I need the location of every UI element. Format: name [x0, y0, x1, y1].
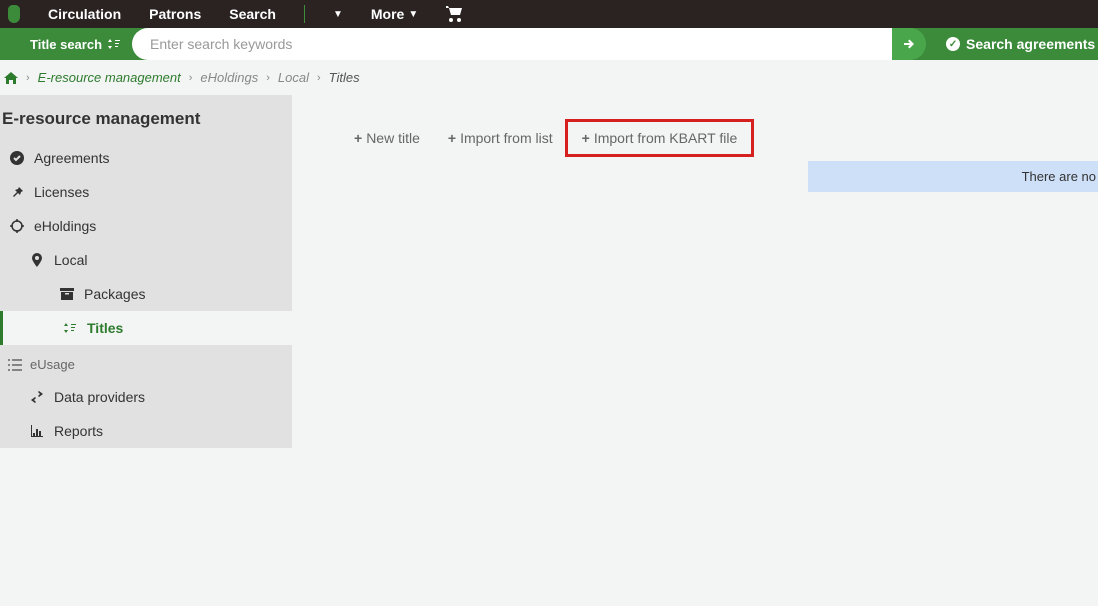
sidebar-item-data-providers[interactable]: Data providers — [0, 380, 292, 414]
sidebar-item-label: Agreements — [34, 150, 109, 166]
caret-down-icon[interactable]: ▼ — [333, 9, 343, 20]
breadcrumb-titles: Titles — [329, 70, 360, 85]
sidebar-item-label: Packages — [84, 286, 145, 302]
archive-icon — [60, 288, 74, 300]
search-bar: Title search ✓ Search agreements — [0, 28, 1098, 60]
check-circle-icon: ✓ — [946, 37, 960, 51]
sidebar-item-label: eHoldings — [34, 218, 96, 234]
transfer-icon — [30, 391, 44, 403]
sidebar-item-titles[interactable]: Titles — [0, 311, 292, 345]
search-agreements-link[interactable]: ✓ Search agreements — [926, 28, 1095, 60]
toolbar: + New title + Import from list + Import … — [292, 119, 1098, 157]
sidebar-section-eusage[interactable]: eUsage — [0, 345, 292, 380]
breadcrumb: › E-resource management › eHoldings › Lo… — [0, 60, 1098, 95]
breadcrumb-eholdings[interactable]: eHoldings — [200, 70, 258, 85]
top-navigation: Circulation Patrons Search ▼ More ▼ — [0, 0, 1098, 28]
breadcrumb-separator: › — [26, 72, 30, 84]
sidebar-title: E-resource management — [0, 109, 292, 141]
pin-icon — [10, 186, 24, 198]
sidebar-item-label: Reports — [54, 423, 103, 439]
plus-icon: + — [354, 130, 362, 146]
sidebar-item-label: Titles — [87, 320, 123, 336]
sidebar-item-agreements[interactable]: Agreements — [0, 141, 292, 175]
sidebar-item-eholdings[interactable]: eHoldings — [0, 209, 292, 243]
sidebar-item-packages[interactable]: Packages — [0, 277, 292, 311]
nav-circulation[interactable]: Circulation — [48, 6, 121, 22]
location-icon — [30, 253, 44, 267]
check-circle-icon — [10, 151, 24, 165]
breadcrumb-separator: › — [189, 72, 193, 84]
search-input-wrap — [132, 28, 892, 60]
sidebar: E-resource management Agreements License… — [0, 95, 292, 448]
chart-icon — [30, 425, 44, 437]
breadcrumb-local[interactable]: Local — [278, 70, 309, 85]
plus-icon: + — [448, 130, 456, 146]
sort-icon[interactable] — [108, 38, 120, 50]
info-message: There are no — [808, 161, 1098, 192]
sidebar-item-label: Local — [54, 252, 87, 268]
cart-icon[interactable] — [446, 6, 464, 22]
breadcrumb-erm[interactable]: E-resource management — [38, 70, 181, 85]
sidebar-item-licenses[interactable]: Licenses — [0, 175, 292, 209]
sidebar-item-local[interactable]: Local — [0, 243, 292, 277]
new-title-button[interactable]: + New title — [340, 119, 434, 157]
button-label: Import from KBART file — [594, 130, 737, 146]
crosshair-icon — [10, 219, 24, 233]
search-agreements-label: Search agreements — [966, 36, 1095, 52]
import-from-kbart-button[interactable]: + Import from KBART file — [565, 119, 755, 157]
main-layout: E-resource management Agreements License… — [0, 95, 1098, 448]
sort-icon — [63, 322, 77, 334]
koha-logo[interactable] — [8, 5, 20, 23]
home-icon[interactable] — [4, 72, 18, 84]
sidebar-item-label: Data providers — [54, 389, 145, 405]
content-area: + New title + Import from list + Import … — [292, 95, 1098, 448]
breadcrumb-separator: › — [317, 72, 321, 84]
sidebar-item-label: Licenses — [34, 184, 89, 200]
nav-more-label: More — [371, 6, 404, 22]
search-input[interactable] — [150, 36, 892, 52]
button-label: New title — [366, 130, 420, 146]
nav-patrons[interactable]: Patrons — [149, 6, 201, 22]
import-from-list-button[interactable]: + Import from list — [434, 119, 567, 157]
list-icon — [8, 359, 22, 371]
search-type-label[interactable]: Title search — [30, 37, 102, 52]
nav-divider — [304, 5, 305, 23]
sidebar-item-reports[interactable]: Reports — [0, 414, 292, 448]
caret-down-icon: ▼ — [408, 9, 418, 20]
sidebar-section-label: eUsage — [30, 357, 75, 372]
button-label: Import from list — [460, 130, 553, 146]
search-submit-button[interactable] — [892, 28, 926, 60]
nav-more[interactable]: More ▼ — [371, 6, 418, 22]
nav-search[interactable]: Search — [229, 6, 276, 22]
breadcrumb-separator: › — [266, 72, 270, 84]
plus-icon: + — [582, 130, 590, 146]
